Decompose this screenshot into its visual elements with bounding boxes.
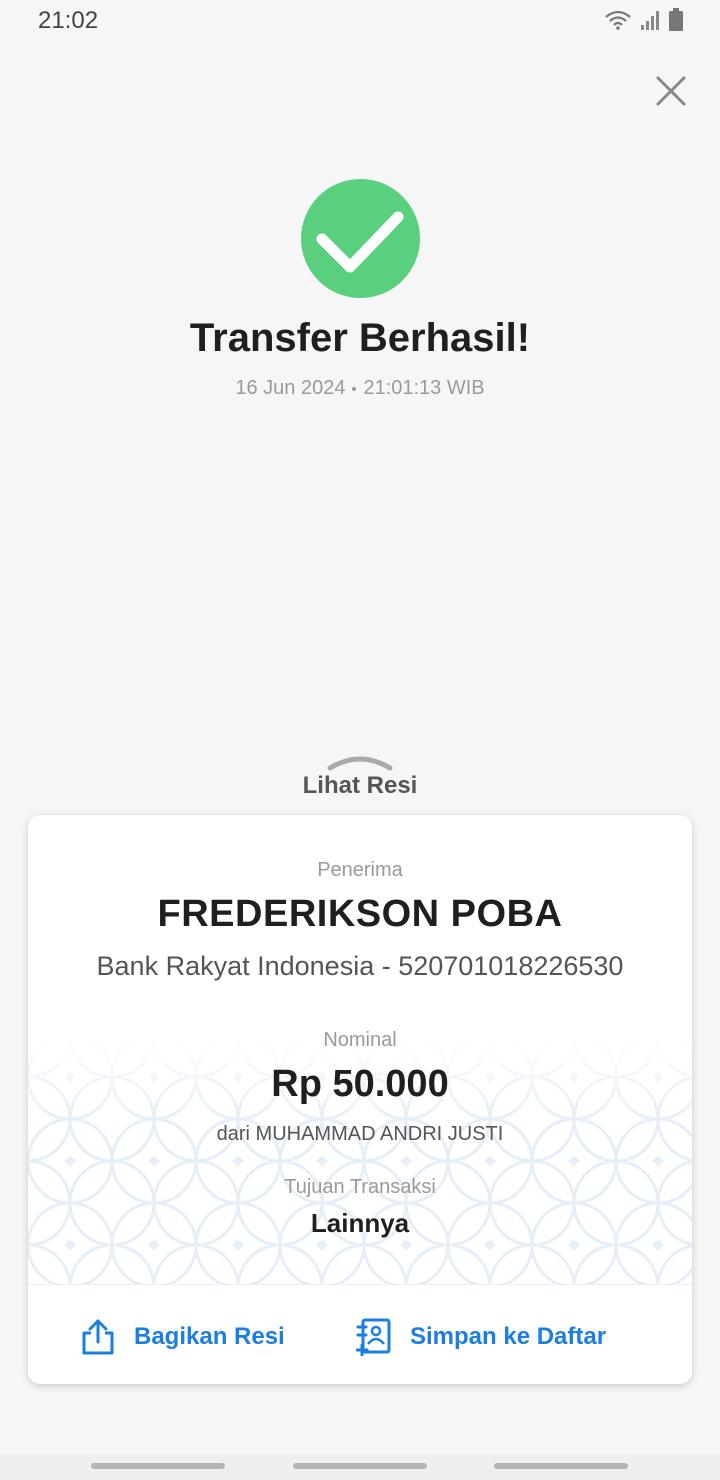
amount-value: Rp 50.000	[271, 1063, 449, 1105]
purpose-label: Tujuan Transaksi	[284, 1176, 436, 1198]
purpose-value: Lainnya	[310, 1208, 410, 1238]
nav-recent-apps[interactable]	[91, 1463, 225, 1469]
check-icon	[316, 211, 404, 273]
transaction-date: 16 Jun 2024	[235, 377, 346, 399]
nav-back[interactable]	[494, 1463, 628, 1469]
navigation-bar	[0, 1454, 720, 1480]
view-receipt-toggle[interactable]: Lihat Resi	[0, 772, 720, 800]
save-to-list-button[interactable]: Simpan ke Daftar	[356, 1315, 606, 1359]
share-icon	[82, 1319, 114, 1355]
recipient-name: FREDERIKSON POBA	[157, 893, 563, 935]
share-receipt-button[interactable]: Bagikan Resi	[80, 1315, 285, 1359]
receipt-card: Penerima FREDERIKSON POBA Bank Rakyat In…	[28, 815, 692, 1384]
close-button[interactable]	[650, 70, 692, 112]
sender-line: dari MUHAMMAD ANDRI JUSTI	[216, 1123, 504, 1145]
contact-add-icon	[356, 1318, 391, 1356]
share-receipt-label: Bagikan Resi	[134, 1323, 285, 1350]
wifi-icon	[605, 10, 631, 30]
close-icon	[656, 76, 686, 106]
status-bar: 21:02	[0, 0, 720, 44]
nav-home[interactable]	[293, 1463, 427, 1469]
card-divider	[28, 1284, 692, 1285]
amount-label: Nominal	[323, 1029, 397, 1051]
save-to-list-label: Simpan ke Daftar	[410, 1323, 607, 1350]
page-title: Transfer Berhasil!	[189, 316, 531, 360]
status-icons	[604, 8, 684, 32]
check-circle-icon	[301, 179, 420, 298]
transaction-datetime: 16 Jun 2024 21:01:13 WIB	[0, 377, 720, 400]
signal-icon	[641, 11, 659, 30]
status-time: 21:02	[38, 7, 99, 34]
transaction-time: 21:01:13 WIB	[363, 377, 485, 399]
bank-account: Bank Rakyat Indonesia - 520701018226530	[96, 951, 624, 981]
recipient-label: Penerima	[317, 859, 403, 881]
chevron-up-icon[interactable]	[327, 752, 393, 772]
separator-dot	[352, 386, 357, 391]
battery-icon	[669, 8, 683, 31]
